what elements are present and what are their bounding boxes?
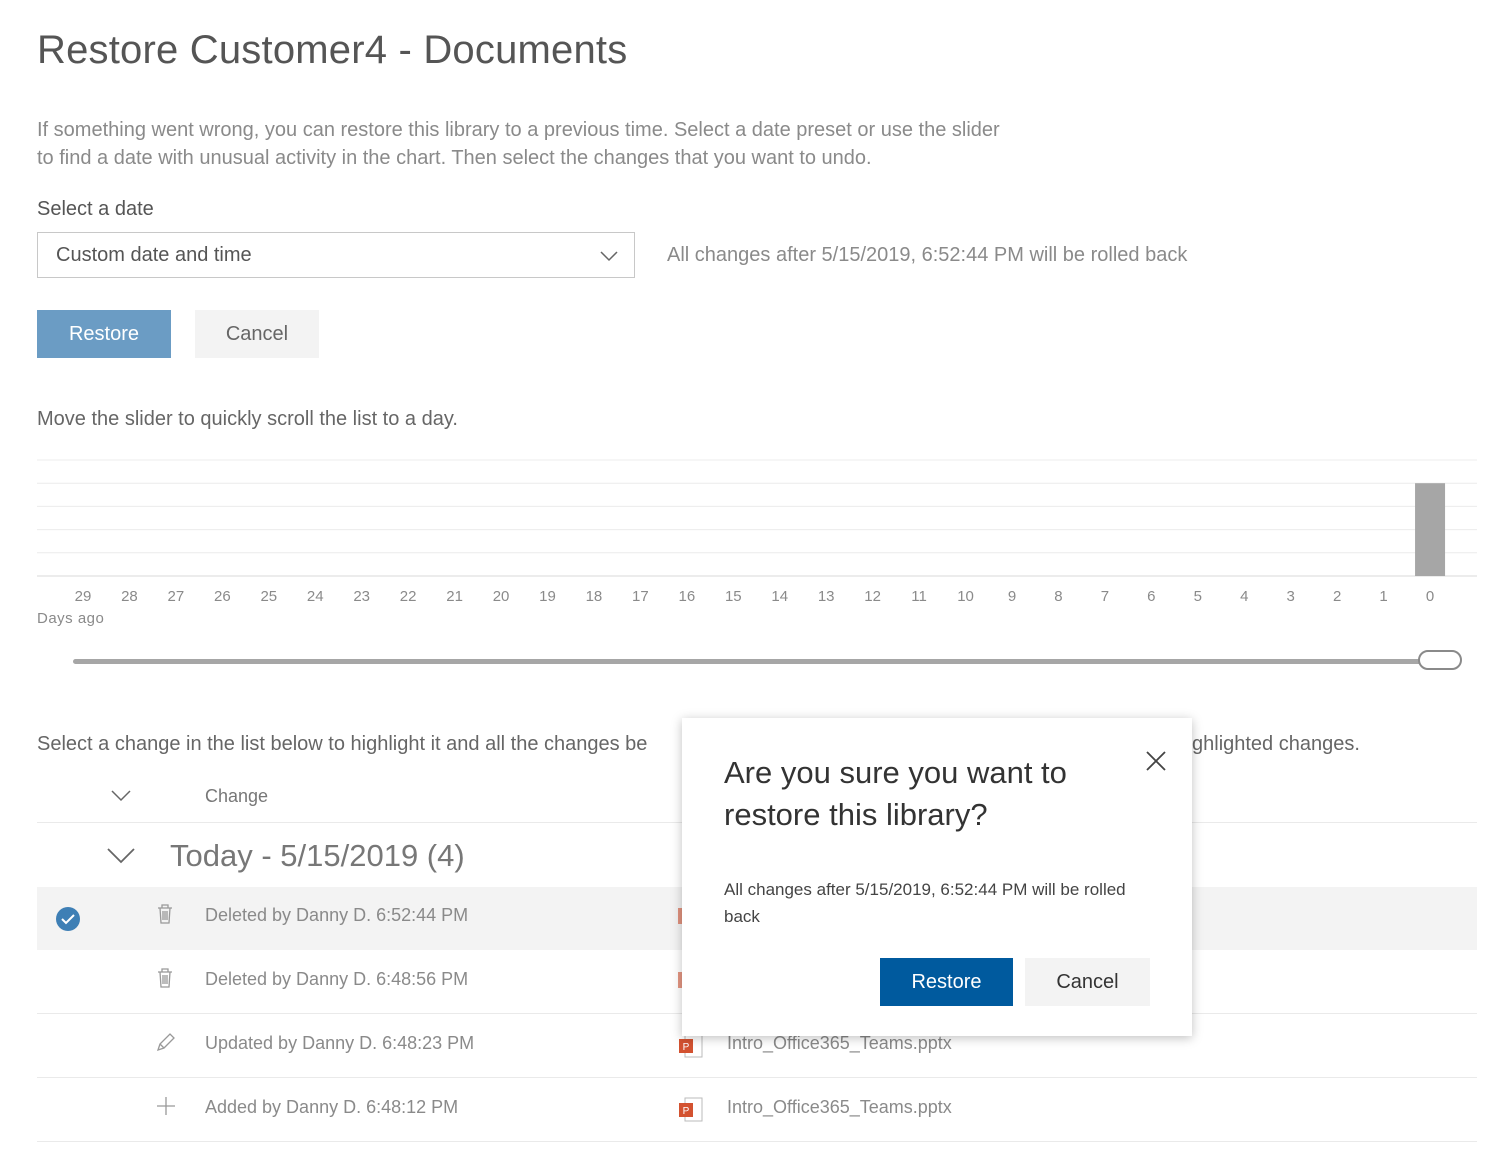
x-tick-label: 7 xyxy=(1101,588,1109,605)
rollback-note: All changes after 5/15/2019, 6:52:44 PM … xyxy=(667,244,1188,266)
date-slider-track[interactable] xyxy=(73,659,1443,664)
x-tick-label: 4 xyxy=(1240,588,1248,605)
activity-chart-svg: 29 28 27 26 25 24 23 22 21 20 19 18 17 16 15 14 13 12 11 10… xyxy=(37,459,1477,605)
dialog-restore-button[interactable]: Restore xyxy=(880,958,1013,1006)
trash-icon xyxy=(155,967,175,994)
x-tick-label: 21 xyxy=(446,588,463,605)
pencil-icon xyxy=(155,1031,177,1058)
x-tick-label: 17 xyxy=(632,588,649,605)
date-preset-dropdown[interactable]: Custom date and time xyxy=(37,232,635,278)
activity-chart: 29 28 27 26 25 24 23 22 21 20 19 18 17 16 15 14 13 12 11 10… xyxy=(0,450,1507,640)
x-tick-label: 14 xyxy=(771,588,788,605)
trash-icon xyxy=(155,903,175,930)
x-tick-label: 28 xyxy=(121,588,138,605)
x-tick-label: 5 xyxy=(1194,588,1202,605)
chevron-down-icon xyxy=(600,249,618,267)
x-tick-label: 2 xyxy=(1333,588,1341,605)
x-tick-label: 13 xyxy=(818,588,835,605)
dialog-title: Are you sure you want to restore this li… xyxy=(724,755,1067,832)
x-tick-label: 18 xyxy=(586,588,603,605)
x-axis-label: Days ago xyxy=(37,610,105,627)
dialog-body: All changes after 5/15/2019, 6:52:44 PM … xyxy=(724,880,1126,926)
date-slider-thumb[interactable] xyxy=(1418,650,1462,670)
group-collapse-chevron-icon[interactable] xyxy=(107,848,135,869)
x-tick-label: 27 xyxy=(168,588,185,605)
x-tick-label: 12 xyxy=(864,588,881,605)
cancel-button[interactable]: Cancel xyxy=(195,310,319,358)
x-tick-label: 8 xyxy=(1054,588,1062,605)
chart-bar xyxy=(1415,483,1446,576)
x-tick-label: 22 xyxy=(400,588,417,605)
x-tick-label: 10 xyxy=(957,588,974,605)
restore-button[interactable]: Restore xyxy=(37,310,171,358)
plus-icon xyxy=(155,1095,177,1122)
powerpoint-file-icon: P xyxy=(678,1096,704,1129)
x-tick-label: 24 xyxy=(307,588,324,605)
powerpoint-file-icon: P xyxy=(678,1032,704,1065)
change-description: Added by Danny D. 6:48:12 PM xyxy=(205,1097,459,1117)
close-icon[interactable] xyxy=(1145,750,1167,777)
svg-text:P: P xyxy=(683,1042,690,1053)
column-header-change[interactable]: Change xyxy=(205,786,268,807)
file-name[interactable]: Intro_Office365_Teams.pptx xyxy=(727,1033,952,1054)
slider-hint: Move the slider to quickly scroll the li… xyxy=(37,408,458,430)
x-tick-label: 11 xyxy=(911,588,927,605)
dialog-cancel-button[interactable]: Cancel xyxy=(1025,958,1150,1006)
change-description: Updated by Danny D. 6:48:23 PM xyxy=(205,1033,475,1053)
x-tick-label: 9 xyxy=(1008,588,1016,605)
collapse-all-chevron-icon[interactable] xyxy=(111,789,131,807)
restore-page: Restore Customer4 - Documents If somethi… xyxy=(0,0,1507,1165)
changes-hint: Select a change in the list below to hig… xyxy=(37,733,648,755)
x-tick-label: 1 xyxy=(1379,588,1387,605)
dropdown-value: Custom date and time xyxy=(56,244,252,266)
page-title: Restore Customer4 - Documents xyxy=(37,28,628,72)
x-tick-label: 16 xyxy=(679,588,696,605)
file-name[interactable]: Intro_Office365_Teams.pptx xyxy=(727,1097,952,1118)
x-tick-label: 15 xyxy=(725,588,742,605)
x-tick-label: 26 xyxy=(214,588,231,605)
group-title: Today - 5/15/2019 (4) xyxy=(170,838,465,873)
confirm-restore-dialog: Are you sure you want to restore this li… xyxy=(682,718,1192,1036)
x-tick-label: 20 xyxy=(493,588,510,605)
x-tick-label: 0 xyxy=(1426,588,1434,605)
change-description: Deleted by Danny D. 6:52:44 PM xyxy=(205,905,469,925)
svg-text:P: P xyxy=(683,1106,690,1117)
x-tick-label: 23 xyxy=(353,588,370,605)
change-description: Deleted by Danny D. 6:48:56 PM xyxy=(205,969,469,989)
date-select-label: Select a date xyxy=(37,198,154,220)
x-tick-label: 6 xyxy=(1147,588,1155,605)
change-row[interactable]: Added by Danny D. 6:48:12 PM P Intro_Off… xyxy=(37,1079,1477,1142)
selected-check-icon[interactable] xyxy=(55,906,81,937)
x-tick-label: 19 xyxy=(539,588,556,605)
x-tick-label: 3 xyxy=(1287,588,1295,605)
x-tick-label: 25 xyxy=(260,588,277,605)
x-tick-label: 29 xyxy=(75,588,92,605)
page-description: If something went wrong, you can restore… xyxy=(37,119,1000,169)
changes-hint-tail: ghlighted changes. xyxy=(1192,733,1360,755)
